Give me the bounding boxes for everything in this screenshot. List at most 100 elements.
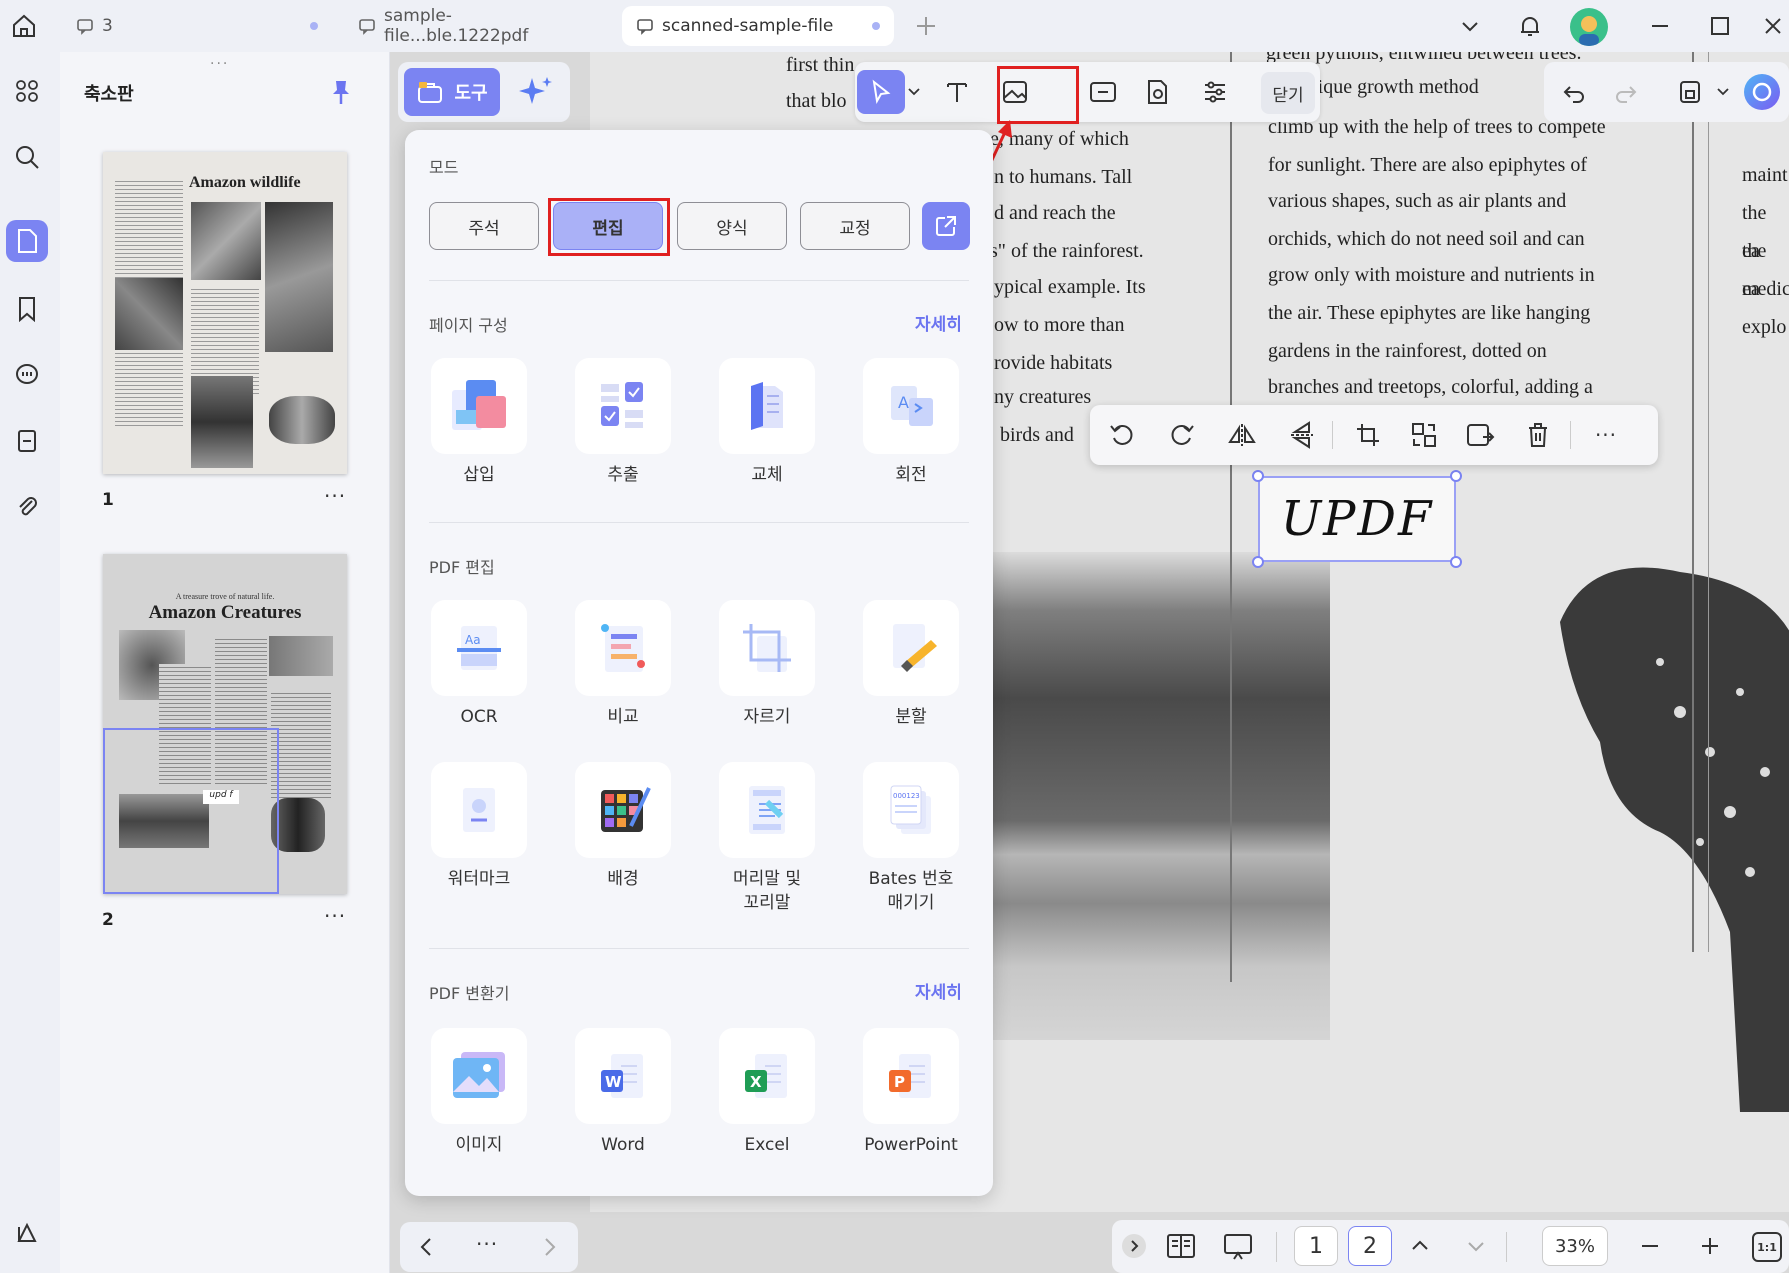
resize-handle[interactable] (1252, 470, 1264, 482)
thumb-viewport-frame[interactable] (103, 728, 279, 894)
left-rail (0, 52, 60, 1273)
flip-horizontal-icon[interactable] (1220, 413, 1264, 457)
crop-image-icon[interactable] (1346, 413, 1390, 457)
doc-text-line: for sunlight. There are also epiphytes o… (1268, 154, 1587, 176)
next-arrow-icon[interactable] (536, 1234, 562, 1260)
presentation-icon[interactable] (1222, 1232, 1254, 1262)
ai-sparkle-icon[interactable] (516, 74, 556, 110)
comment-panel-icon[interactable] (6, 354, 48, 396)
thumbnail-icon[interactable] (6, 220, 48, 262)
select-tool-button[interactable] (857, 70, 905, 114)
background-button[interactable]: 배경 (549, 762, 697, 902)
more-link[interactable]: 자세히 (915, 310, 962, 335)
tab-comments[interactable]: 3 (62, 6, 332, 46)
convert-powerpoint-button[interactable]: P PowerPoint (837, 1028, 985, 1168)
chevron-down-icon[interactable] (1716, 84, 1730, 98)
replace-image-icon[interactable] (1402, 413, 1446, 457)
pin-icon[interactable] (328, 78, 354, 106)
resize-handle[interactable] (1252, 556, 1264, 568)
open-external-button[interactable] (922, 202, 970, 250)
new-tab-icon[interactable] (912, 12, 940, 40)
extract-page-button[interactable]: 추출 (549, 358, 697, 498)
maximize-icon[interactable] (1702, 8, 1738, 44)
more-link[interactable]: 자세히 (915, 978, 962, 1003)
flip-vertical-icon[interactable] (1280, 413, 1324, 457)
settings-sliders-icon[interactable] (1193, 70, 1237, 114)
bookmark-icon[interactable] (6, 288, 48, 330)
extract-image-icon[interactable] (1458, 413, 1502, 457)
chevron-down-icon[interactable] (907, 84, 921, 98)
watermark-icon (431, 762, 527, 858)
undo-icon[interactable] (1552, 70, 1596, 114)
more-options-icon[interactable]: ··· (324, 904, 346, 928)
rotate-left-icon[interactable] (1100, 413, 1144, 457)
tab-scanned-sample-file[interactable]: scanned-sample-file (622, 6, 894, 46)
page-thumbnail-1[interactable]: Amazon wildlife (103, 152, 347, 474)
signature-image[interactable]: UPDF (1258, 476, 1456, 562)
add-text-icon[interactable] (935, 70, 979, 114)
crop-button[interactable]: 자르기 (693, 600, 841, 740)
watermark-button[interactable]: 워터마크 (405, 762, 553, 902)
close-edit-label: 닫기 (1272, 85, 1304, 106)
rotate-right-icon[interactable] (1160, 413, 1204, 457)
avatar[interactable] (1570, 8, 1608, 46)
chevron-down-icon[interactable] (1452, 8, 1488, 44)
more-options-icon[interactable]: ··· (476, 1232, 498, 1256)
grid-view-icon[interactable] (6, 70, 48, 112)
tools-group: 도구 (398, 62, 570, 122)
page-up-icon[interactable] (1408, 1234, 1432, 1258)
page-thumbnail-2[interactable]: A treasure trove of natural life. Amazon… (103, 554, 347, 894)
ocr-button[interactable]: Aa OCR (405, 600, 553, 740)
tools-button[interactable]: 도구 (404, 68, 500, 116)
toolbar-divider (1276, 1232, 1277, 1262)
rotate-page-button[interactable]: A 회전 (837, 358, 985, 498)
redo-icon[interactable] (1604, 70, 1648, 114)
convert-excel-button[interactable]: X Excel (693, 1028, 841, 1168)
split-button[interactable]: 분할 (837, 600, 985, 740)
resize-handle[interactable] (1450, 556, 1462, 568)
actual-size-button[interactable]: 1:1 (1752, 1232, 1782, 1262)
layers-icon[interactable] (6, 1212, 48, 1254)
expand-icon[interactable] (1122, 1234, 1146, 1258)
add-link-icon[interactable] (1081, 70, 1125, 114)
ai-assistant-icon[interactable] (1744, 74, 1780, 110)
mode-annotate-button[interactable]: 주석 (429, 202, 539, 250)
convert-word-button[interactable]: W Word (549, 1028, 697, 1168)
bell-icon[interactable] (1512, 8, 1548, 44)
bates-number-button[interactable]: 000123 Bates 번호 매기기 (837, 762, 985, 913)
column-rule (1692, 52, 1694, 952)
page-down-icon[interactable] (1464, 1234, 1488, 1258)
watermark-tool-icon[interactable] (1135, 70, 1179, 114)
minimize-icon[interactable] (1642, 8, 1678, 44)
insert-page-button[interactable]: 삽입 (405, 358, 553, 498)
mode-review-button[interactable]: 교정 (800, 202, 910, 250)
convert-image-button[interactable]: 이미지 (405, 1028, 553, 1168)
header-footer-button[interactable]: 머리말 및 꼬리말 (693, 762, 841, 913)
search-icon[interactable] (6, 136, 48, 178)
page-2-button[interactable]: 2 (1348, 1226, 1392, 1266)
zoom-out-icon[interactable] (1638, 1234, 1662, 1258)
more-options-icon[interactable]: ··· (324, 484, 346, 508)
tab-sample-file[interactable]: sample-file...ble.1222pdf (344, 6, 609, 46)
mode-form-button[interactable]: 양식 (677, 202, 787, 250)
save-icon[interactable] (1668, 70, 1712, 114)
status-bar: 1 2 33% 1:1 (1112, 1220, 1789, 1273)
compare-button[interactable]: 비교 (549, 600, 697, 740)
close-edit-button[interactable]: 닫기 (1261, 72, 1315, 114)
pages-icon[interactable] (6, 420, 48, 462)
resize-handle[interactable] (1450, 470, 1462, 482)
more-options-icon[interactable]: ··· (1584, 413, 1628, 457)
tapir-image (1530, 512, 1789, 1112)
delete-icon[interactable] (1516, 413, 1560, 457)
page-1-button[interactable]: 1 (1294, 1226, 1338, 1266)
prev-arrow-icon[interactable] (414, 1234, 440, 1260)
zoom-in-icon[interactable] (1698, 1234, 1722, 1258)
drag-handle[interactable]: ··· (210, 56, 229, 72)
close-icon[interactable] (1756, 8, 1789, 44)
zoom-level[interactable]: 33% (1542, 1226, 1608, 1266)
toolbar-divider (1332, 421, 1333, 449)
attachment-icon[interactable] (6, 486, 48, 528)
home-icon[interactable] (8, 10, 40, 42)
replace-page-button[interactable]: 교체 (693, 358, 841, 498)
page-layout-icon[interactable] (1166, 1232, 1196, 1260)
